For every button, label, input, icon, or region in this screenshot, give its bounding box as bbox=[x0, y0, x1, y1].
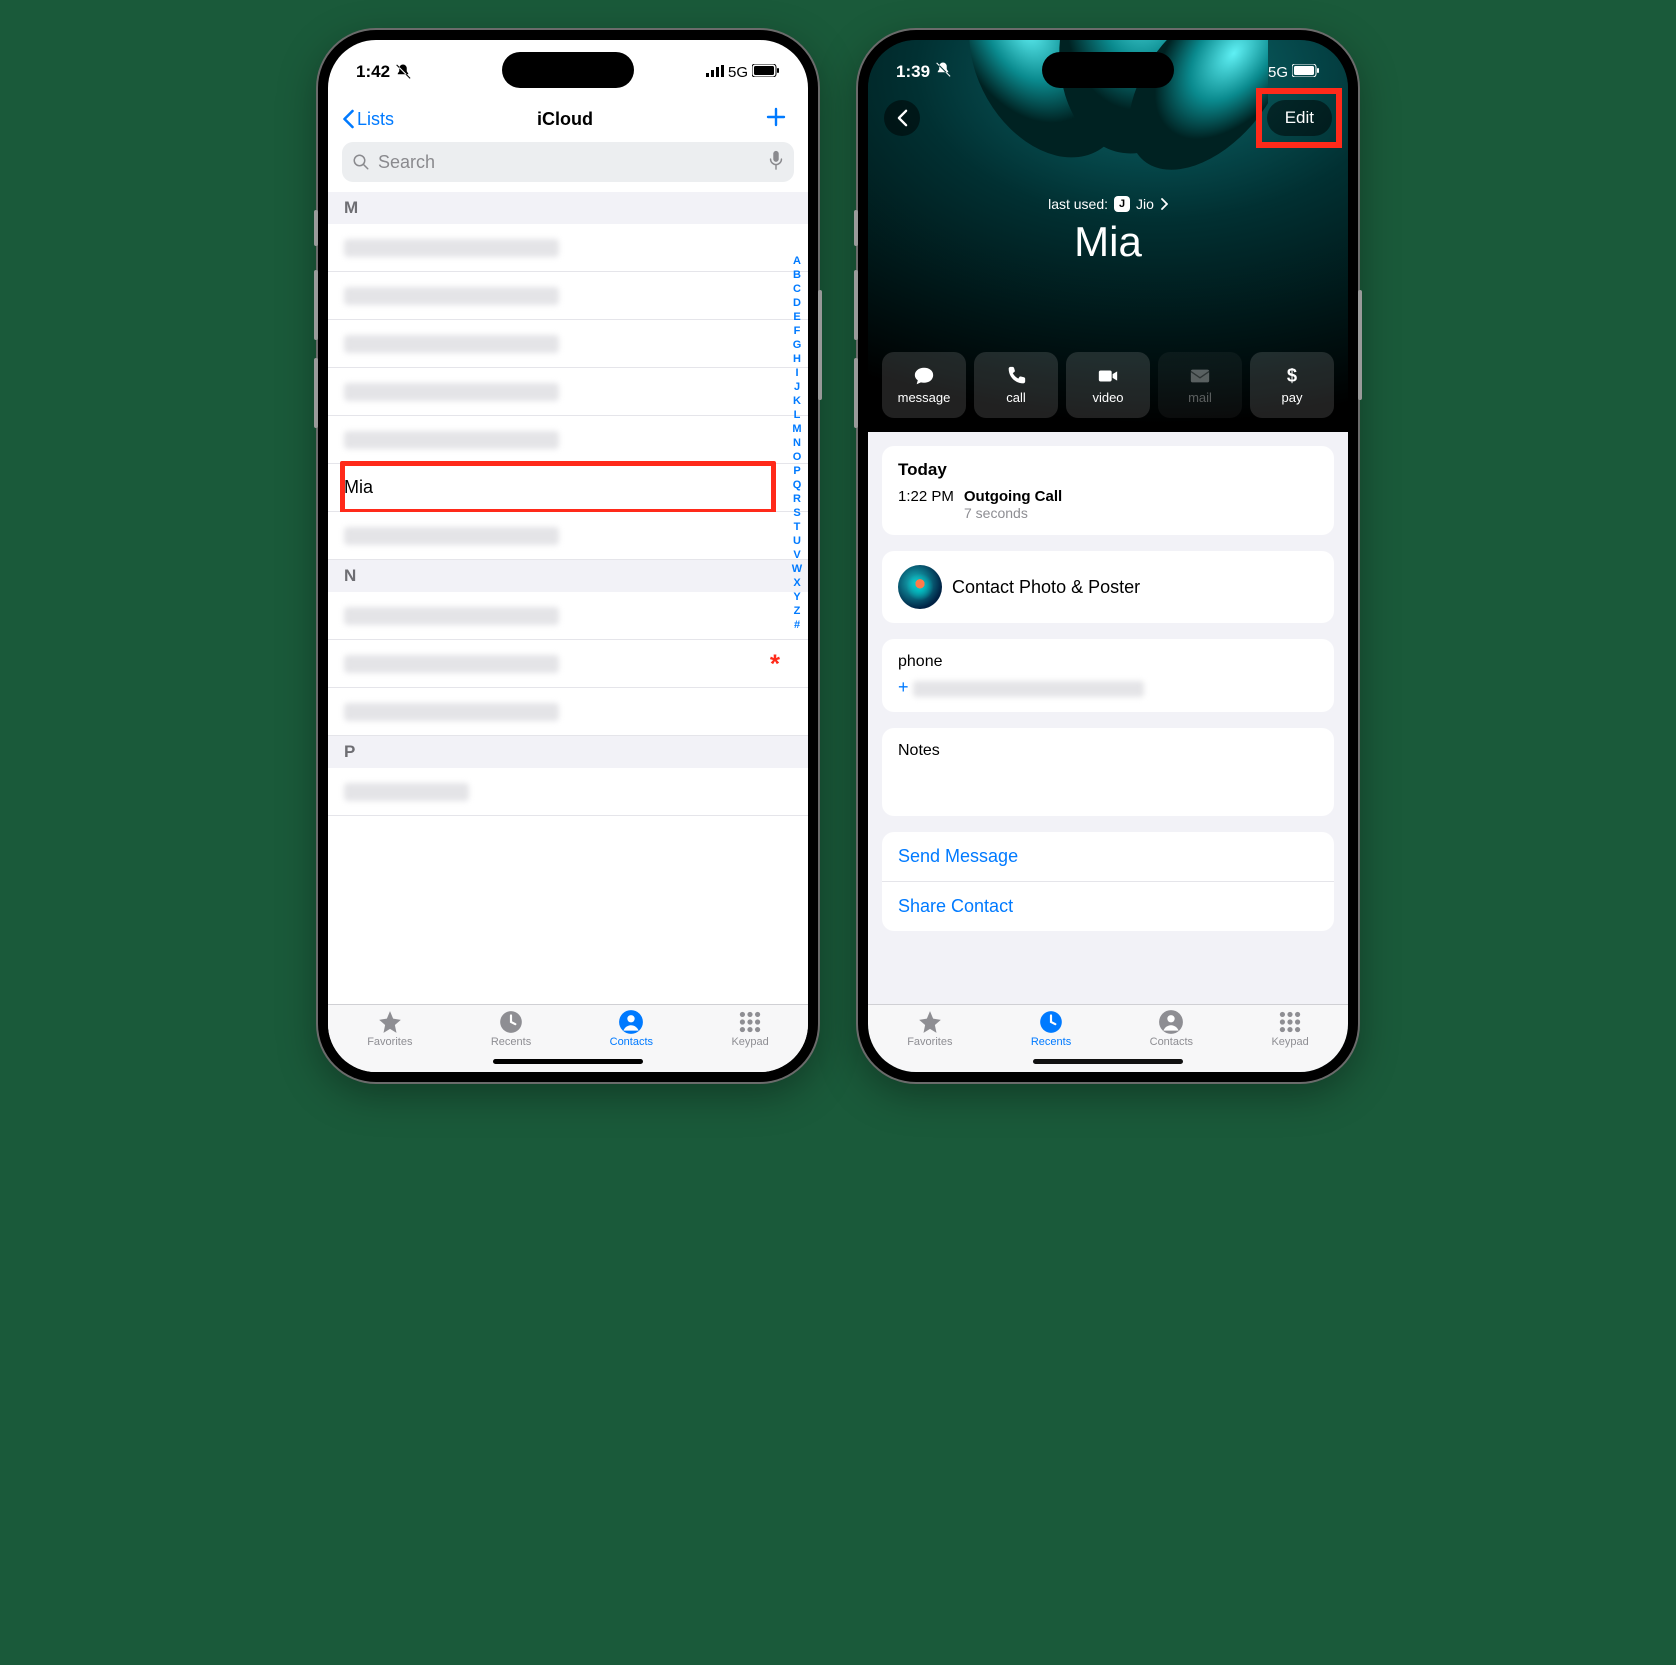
edit-button[interactable]: Edit bbox=[1267, 100, 1332, 136]
contact-row[interactable] bbox=[328, 512, 808, 560]
home-indicator[interactable] bbox=[1033, 1059, 1183, 1064]
share-contact-link[interactable]: Share Contact bbox=[898, 882, 1318, 931]
photo-poster-row[interactable]: Contact Photo & Poster bbox=[882, 551, 1334, 623]
contact-name: Mia bbox=[344, 477, 373, 498]
contact-name: Mia bbox=[868, 218, 1348, 266]
contact-body: Today 1:22 PM Outgoing Call 7 seconds Co… bbox=[868, 432, 1348, 1004]
contact-row[interactable] bbox=[328, 320, 808, 368]
send-message-link[interactable]: Send Message bbox=[898, 832, 1318, 881]
add-contact-button[interactable] bbox=[764, 105, 788, 134]
section-header: M bbox=[328, 192, 808, 224]
contact-detail-screen: 1:39 5G Edit bbox=[868, 40, 1348, 1072]
contact-row[interactable] bbox=[328, 592, 808, 640]
nav-title: iCloud bbox=[491, 109, 640, 130]
call-button[interactable]: call bbox=[974, 352, 1058, 418]
tab-recents[interactable]: Recents bbox=[1031, 1009, 1071, 1048]
contact-hero: 1:39 5G Edit bbox=[868, 40, 1348, 432]
phone-right: 1:39 5G Edit bbox=[858, 30, 1358, 1082]
contact-row[interactable] bbox=[328, 688, 808, 736]
contacts-list-screen: 1:42 5G Lists iCloud bbox=[328, 40, 808, 1072]
tab-contacts[interactable]: Contacts bbox=[1150, 1009, 1193, 1048]
highlight-box bbox=[340, 461, 776, 514]
carrier-badge: J bbox=[1114, 196, 1130, 212]
contact-row[interactable]: Mia bbox=[328, 464, 808, 512]
section-header: N bbox=[328, 560, 808, 592]
contact-row[interactable] bbox=[328, 224, 808, 272]
back-button[interactable]: Lists bbox=[342, 109, 491, 130]
status-time: 1:42 bbox=[356, 62, 390, 82]
mic-icon[interactable] bbox=[768, 150, 784, 175]
network-label: 5G bbox=[728, 64, 748, 81]
network-label: 5G bbox=[1268, 64, 1288, 81]
nav-bar: Lists iCloud bbox=[328, 96, 808, 142]
svg-text:$: $ bbox=[1287, 365, 1297, 386]
mail-button: mail bbox=[1158, 352, 1242, 418]
phone-card[interactable]: phone + bbox=[882, 639, 1334, 712]
notes-label: Notes bbox=[898, 742, 1318, 760]
contact-row[interactable] bbox=[328, 368, 808, 416]
tab-favorites[interactable]: Favorites bbox=[907, 1009, 952, 1048]
emergency-icon: * bbox=[770, 648, 780, 679]
search-input[interactable]: Search bbox=[342, 142, 794, 182]
call-duration: 7 seconds bbox=[964, 505, 1318, 521]
phone-left: 1:42 5G Lists iCloud bbox=[318, 30, 818, 1082]
pay-button[interactable]: $pay bbox=[1250, 352, 1334, 418]
section-header: P bbox=[328, 736, 808, 768]
action-row: messagecallvideomail$pay bbox=[882, 352, 1334, 418]
notes-card[interactable]: Notes bbox=[882, 728, 1334, 816]
tab-favorites[interactable]: Favorites bbox=[367, 1009, 412, 1048]
call-type: Outgoing Call bbox=[964, 488, 1062, 505]
recent-calls-card: Today 1:22 PM Outgoing Call 7 seconds bbox=[882, 446, 1334, 535]
last-used-line[interactable]: last used: J Jio bbox=[868, 196, 1348, 212]
phone-label: phone bbox=[898, 653, 1318, 671]
battery-icon bbox=[1292, 62, 1320, 82]
battery-icon bbox=[752, 62, 780, 82]
call-time: 1:22 PM bbox=[898, 488, 954, 505]
silent-icon bbox=[394, 63, 412, 81]
contact-row[interactable]: * bbox=[328, 640, 808, 688]
contact-row[interactable] bbox=[328, 416, 808, 464]
home-indicator[interactable] bbox=[493, 1059, 643, 1064]
message-button[interactable]: message bbox=[882, 352, 966, 418]
phone-number-redacted bbox=[913, 681, 1144, 697]
dynamic-island bbox=[502, 52, 634, 88]
links-card: Send MessageShare Contact bbox=[882, 832, 1334, 931]
contact-row[interactable] bbox=[328, 272, 808, 320]
contact-row[interactable] bbox=[328, 768, 808, 816]
avatar-icon bbox=[898, 565, 942, 609]
back-label: Lists bbox=[357, 109, 394, 130]
tab-keypad[interactable]: Keypad bbox=[1271, 1009, 1308, 1048]
tab-contacts[interactable]: Contacts bbox=[610, 1009, 653, 1048]
alphabet-index[interactable]: ABCDEFGHIJKLMNOPQRSTUVWXYZ# bbox=[788, 254, 806, 986]
back-button[interactable] bbox=[884, 100, 920, 136]
signal-icon bbox=[706, 62, 724, 82]
dynamic-island bbox=[1042, 52, 1174, 88]
search-placeholder: Search bbox=[378, 152, 435, 173]
video-button[interactable]: video bbox=[1066, 352, 1150, 418]
status-time: 1:39 bbox=[896, 62, 930, 82]
tab-keypad[interactable]: Keypad bbox=[731, 1009, 768, 1048]
photo-poster-label: Contact Photo & Poster bbox=[952, 577, 1140, 598]
calls-heading: Today bbox=[898, 460, 1318, 480]
tab-recents[interactable]: Recents bbox=[491, 1009, 531, 1048]
